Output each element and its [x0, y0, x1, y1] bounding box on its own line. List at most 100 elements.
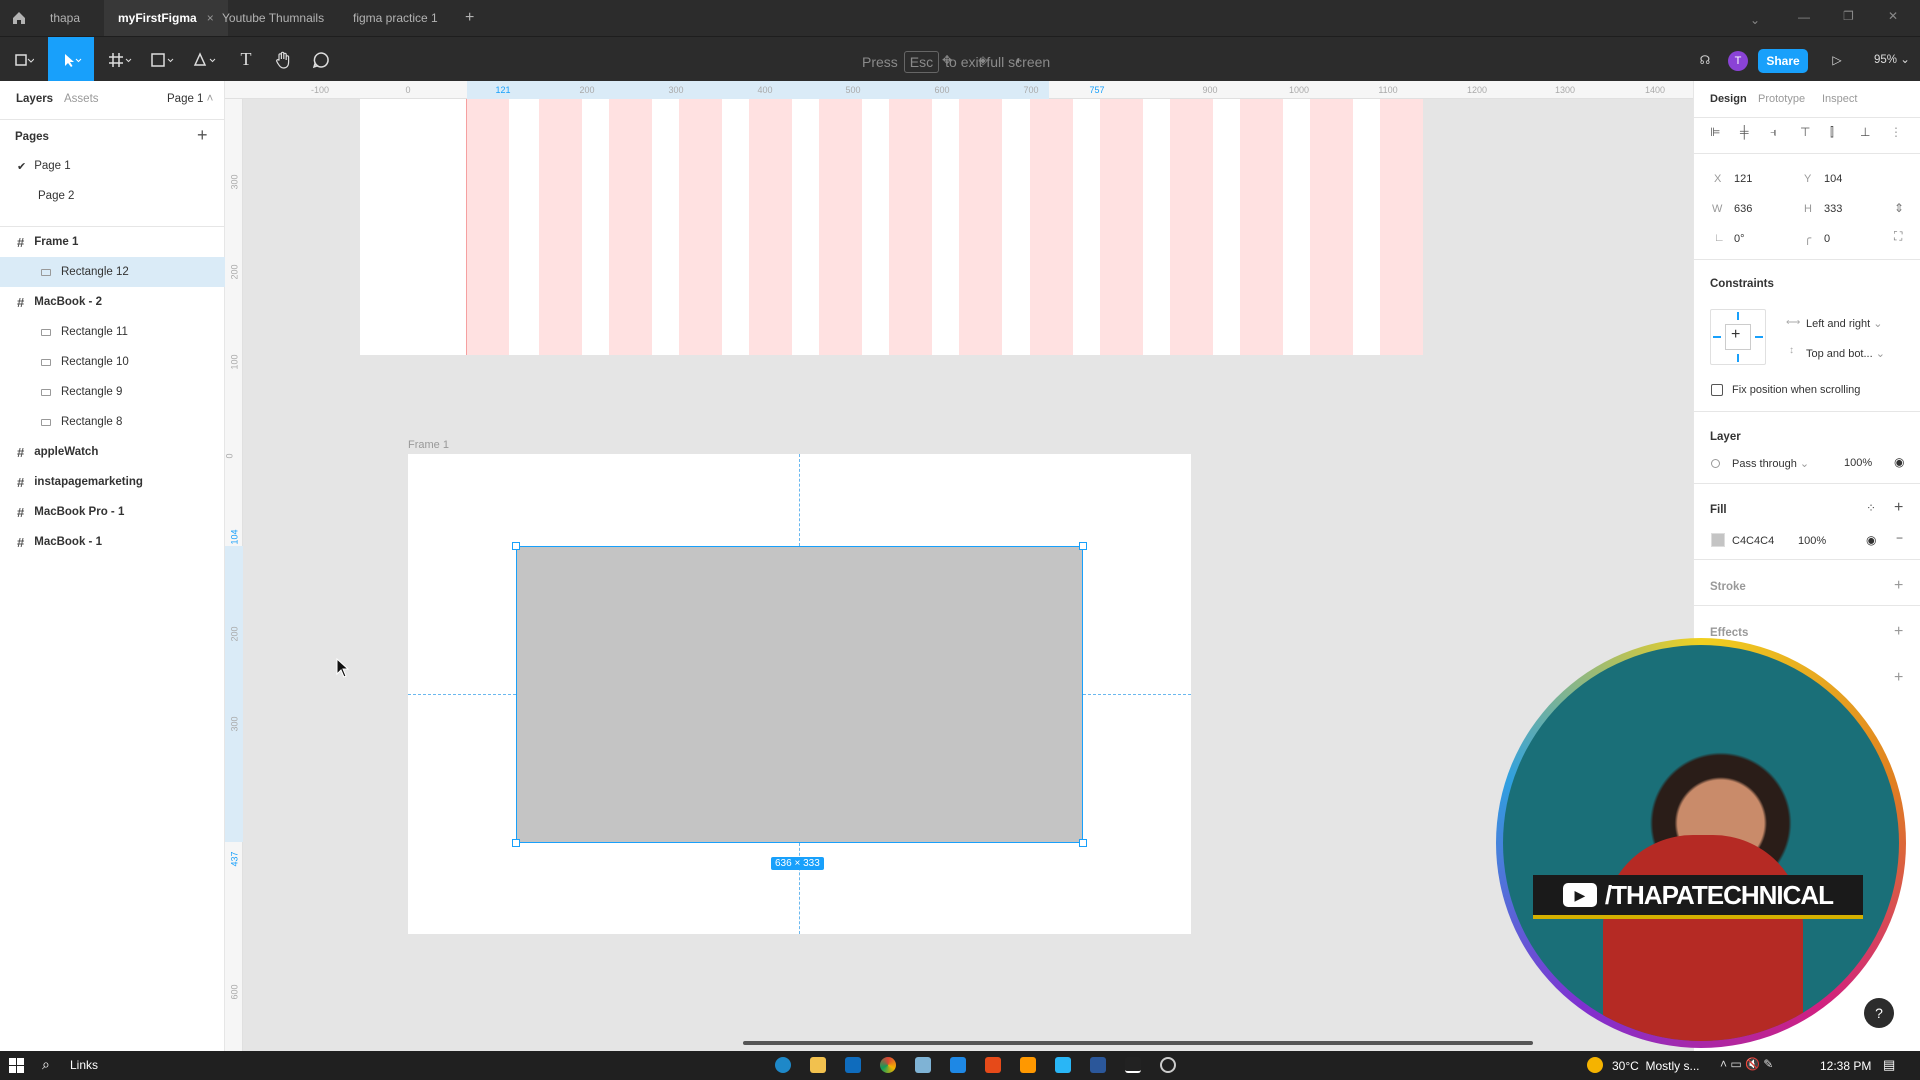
constraints-widget[interactable]: +: [1710, 309, 1766, 365]
frame-tool-icon[interactable]: [100, 37, 140, 82]
app-icon[interactable]: [915, 1057, 931, 1073]
tab-thapa[interactable]: thapa: [50, 0, 80, 36]
constraint-left-bar[interactable]: [1713, 336, 1721, 338]
fill-swatch[interactable]: [1711, 533, 1725, 547]
edge-icon[interactable]: [775, 1057, 791, 1073]
layer-item[interactable]: Rectangle 11: [0, 317, 225, 347]
tray-icons[interactable]: ˄ ▭ 🔇 ✎: [1720, 1057, 1773, 1071]
layer-item[interactable]: # appleWatch: [0, 437, 225, 467]
stripe-rectangle[interactable]: [466, 99, 509, 355]
stripe-rectangle[interactable]: [889, 99, 932, 355]
hand-tool-icon[interactable]: [263, 37, 303, 82]
visibility-eye-icon[interactable]: ◉: [1894, 455, 1904, 469]
minimize-icon[interactable]: —: [1798, 10, 1810, 24]
fill-opacity-input[interactable]: 100%: [1798, 535, 1826, 547]
stripe-rectangle[interactable]: [1310, 99, 1353, 355]
y-input[interactable]: 104: [1824, 173, 1842, 185]
windows-start-icon[interactable]: [9, 1058, 24, 1073]
word-icon[interactable]: [1090, 1057, 1106, 1073]
restore-icon[interactable]: ❐: [1843, 9, 1854, 23]
align-left-icon[interactable]: ⊫: [1710, 125, 1720, 139]
chrome-icon[interactable]: [880, 1057, 896, 1073]
pen-tool-icon[interactable]: [184, 37, 224, 82]
frame-label[interactable]: Frame 1: [408, 439, 449, 451]
layer-item[interactable]: Rectangle 8: [0, 407, 225, 437]
stripe-rectangle[interactable]: [679, 99, 722, 355]
macbook-frame[interactable]: [360, 99, 1423, 355]
search-icon[interactable]: ⌕: [42, 1056, 50, 1073]
independent-corners-icon[interactable]: ⛶: [1894, 229, 1902, 244]
stripe-rectangle[interactable]: [1380, 99, 1423, 355]
distribute-icon[interactable]: ⋮: [1890, 125, 1902, 139]
tab-youtube-thumnails[interactable]: Youtube Thumnails: [222, 0, 324, 36]
rectangle-12[interactable]: [516, 546, 1083, 843]
styles-grid-icon[interactable]: ⁘: [1866, 501, 1876, 515]
help-button[interactable]: ?: [1864, 998, 1894, 1028]
settings-icon[interactable]: [1160, 1057, 1176, 1073]
tab-layers[interactable]: Layers: [16, 93, 53, 105]
rotation-input[interactable]: 0°: [1734, 233, 1745, 245]
mail-icon[interactable]: [845, 1057, 861, 1073]
stripe-rectangle[interactable]: [539, 99, 582, 355]
stripe-rectangle[interactable]: [1170, 99, 1213, 355]
chevron-down-icon[interactable]: ⌄: [1750, 13, 1760, 27]
horizontal-constraint-select[interactable]: Left and right ⌄: [1806, 317, 1883, 330]
x-input[interactable]: 121: [1734, 173, 1752, 185]
tab-assets[interactable]: Assets: [64, 93, 99, 105]
file-explorer-icon[interactable]: [810, 1057, 826, 1073]
layer-item[interactable]: Rectangle 9: [0, 377, 225, 407]
constraint-center-cross[interactable]: +: [1731, 326, 1740, 344]
page-item-1[interactable]: ✔ Page 1: [0, 151, 225, 181]
blend-mode-select[interactable]: Pass through ⌄: [1732, 457, 1809, 470]
close-tab-icon[interactable]: ×: [207, 11, 214, 25]
fix-position-checkbox[interactable]: [1711, 384, 1723, 396]
tab-prototype[interactable]: Prototype: [1758, 93, 1805, 105]
component-icon[interactable]: ✥: [927, 37, 967, 82]
horizontal-scrollbar[interactable]: [743, 1041, 1533, 1045]
vscode-icon[interactable]: [950, 1057, 966, 1073]
stripe-rectangle[interactable]: [819, 99, 862, 355]
stripe-rectangle[interactable]: [1100, 99, 1143, 355]
resize-handle-tr[interactable]: [1079, 542, 1087, 550]
constraint-right-bar[interactable]: [1755, 336, 1763, 338]
layer-item[interactable]: # MacBook - 2: [0, 287, 225, 317]
clock[interactable]: 12:38 PM: [1820, 1059, 1871, 1073]
add-page-icon[interactable]: +: [197, 125, 208, 146]
headphones-icon[interactable]: ☊: [1685, 37, 1725, 82]
stripe-rectangle[interactable]: [749, 99, 792, 355]
add-fill-icon[interactable]: +: [1894, 499, 1903, 517]
zoom-level[interactable]: 95% ⌄: [1874, 52, 1910, 66]
vertical-constraint-select[interactable]: Top and bot... ⌄: [1806, 347, 1885, 360]
resize-handle-br[interactable]: [1079, 839, 1087, 847]
align-right-icon[interactable]: ⫣: [1770, 125, 1777, 140]
align-center-v-icon[interactable]: ⫿: [1830, 125, 1834, 140]
layer-item[interactable]: Rectangle 12: [0, 257, 225, 287]
home-icon[interactable]: [10, 9, 28, 27]
close-window-icon[interactable]: ✕: [1888, 9, 1898, 23]
h-input[interactable]: 333: [1824, 203, 1842, 215]
frame-1[interactable]: 636 × 333: [408, 454, 1191, 934]
page-item-2[interactable]: Page 2: [0, 181, 225, 211]
play-icon[interactable]: ▷: [1817, 37, 1857, 82]
tab-figma-practice[interactable]: figma practice 1: [353, 0, 438, 36]
weather-text[interactable]: 30°C Mostly s...: [1612, 1059, 1700, 1073]
resize-handle-tl[interactable]: [512, 542, 520, 550]
shape-tool-icon[interactable]: [142, 37, 182, 82]
constraint-bottom-bar[interactable]: [1737, 354, 1739, 362]
stripe-rectangle[interactable]: [609, 99, 652, 355]
layer-item[interactable]: # instapagemarketing: [0, 467, 225, 497]
layer-opacity-input[interactable]: 100%: [1844, 457, 1872, 469]
notification-icon[interactable]: ▤: [1883, 1057, 1895, 1073]
fill-hex-input[interactable]: C4C4C4: [1732, 535, 1774, 547]
tab-inspect[interactable]: Inspect: [1822, 93, 1857, 105]
stripe-rectangle[interactable]: [959, 99, 1002, 355]
w-input[interactable]: 636: [1734, 203, 1752, 215]
remove-fill-icon[interactable]: −: [1896, 531, 1903, 545]
sublime-icon[interactable]: [1020, 1057, 1036, 1073]
constraint-top-bar[interactable]: [1737, 312, 1739, 320]
avatar[interactable]: T: [1728, 51, 1748, 71]
layer-item[interactable]: Rectangle 10: [0, 347, 225, 377]
add-effect-icon[interactable]: +: [1894, 623, 1903, 641]
stripe-rectangle[interactable]: [1030, 99, 1073, 355]
canvas[interactable]: Frame 1 636 × 333: [243, 99, 1693, 1051]
